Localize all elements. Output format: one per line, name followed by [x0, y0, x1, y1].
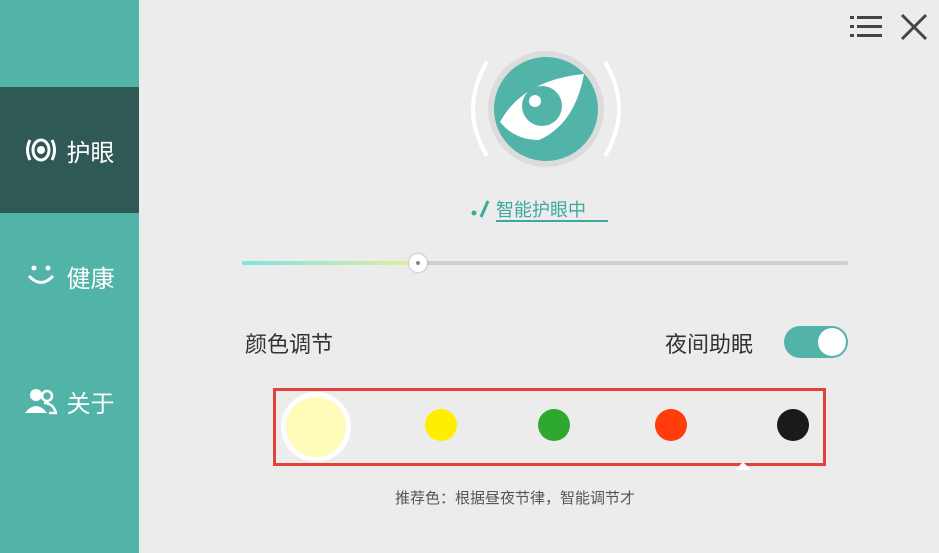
- brightness-slider[interactable]: [242, 254, 848, 272]
- swatch-recommended[interactable]: [286, 397, 346, 457]
- close-icon: [900, 13, 928, 41]
- color-adjust-label: 颜色调节: [245, 333, 334, 358]
- menu-button[interactable]: [849, 10, 883, 44]
- sidebar-item-label: 健康: [66, 264, 115, 293]
- swatch-black[interactable]: [777, 409, 809, 441]
- users-icon: [24, 385, 57, 417]
- eye-icon: [471, 51, 621, 167]
- window-controls: [849, 10, 931, 44]
- sidebar-item-label: 关于: [66, 389, 115, 418]
- swatch-green[interactable]: [538, 409, 570, 441]
- sidebar-item-health[interactable]: 健康: [0, 213, 139, 339]
- night-sleep-label: 夜间助眠: [665, 333, 754, 358]
- status-text: 智能护眼中: [496, 200, 586, 221]
- slider-thumb[interactable]: [408, 254, 427, 272]
- status-indicator: 智能护眼中: [470, 196, 586, 222]
- toggle-knob: [818, 328, 846, 356]
- smile-icon: [25, 260, 57, 292]
- night-sleep-toggle[interactable]: [784, 326, 848, 358]
- tip-pointer: [735, 462, 751, 470]
- swatch-yellow[interactable]: [425, 409, 457, 441]
- status-icon: [471, 200, 490, 218]
- eye-protect-icon: [25, 134, 57, 166]
- close-button[interactable]: [897, 10, 931, 44]
- swatch-orange[interactable]: [655, 409, 687, 441]
- eye-logo: [467, 44, 625, 174]
- menu-icon: [850, 16, 882, 37]
- sidebar-item-label: 护眼: [66, 138, 115, 167]
- status-underline: [496, 220, 608, 222]
- slider-fill: [242, 261, 418, 265]
- sidebar: 护眼 健康 关于: [0, 0, 139, 553]
- sidebar-item-eye-protect[interactable]: 护眼: [0, 87, 139, 213]
- tip-text: 推荐色：根据昼夜节律，智能调节才: [395, 489, 636, 507]
- sidebar-item-about[interactable]: 关于: [0, 338, 139, 464]
